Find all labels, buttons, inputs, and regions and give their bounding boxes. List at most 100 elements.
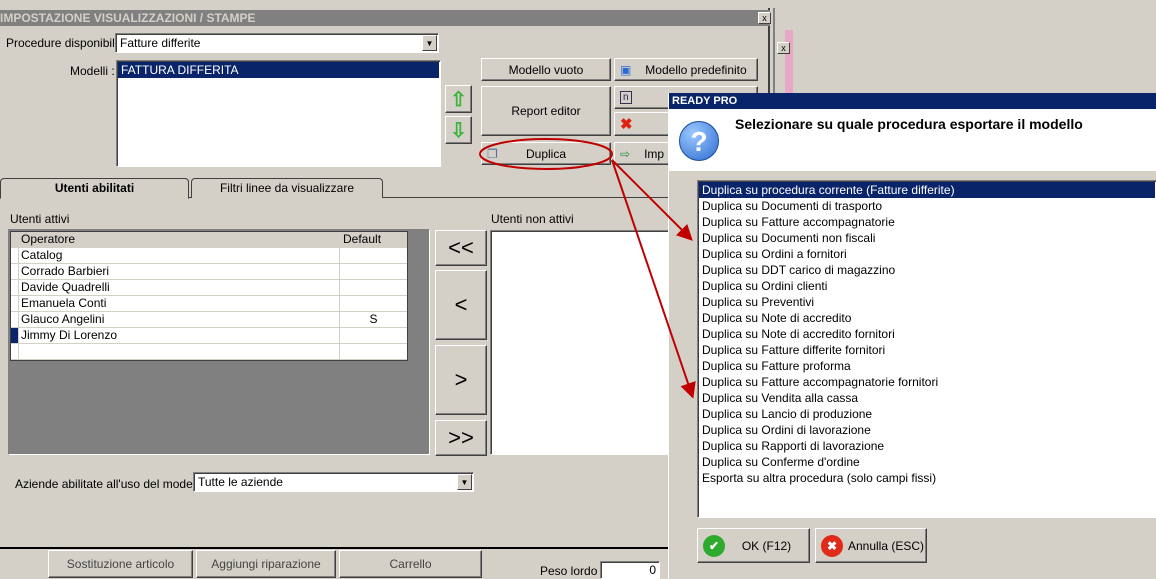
list-item[interactable]: Duplica su Note di accredito fornitori: [699, 326, 1155, 342]
column-header-operatore[interactable]: Operatore: [19, 232, 340, 247]
list-item[interactable]: Duplica su Preventivi: [699, 294, 1155, 310]
table-row[interactable]: Catalog: [11, 248, 407, 264]
report-editor-button[interactable]: Report editor: [481, 86, 611, 136]
close-button[interactable]: x: [758, 12, 771, 24]
utenti-non-attivi-list[interactable]: [490, 230, 670, 455]
table-row[interactable]: Davide Quadrelli: [11, 280, 407, 296]
import-icon: ⇨: [620, 146, 631, 161]
grid-header: Operatore Default: [11, 232, 407, 248]
operatore-cell: Emanuela Conti: [19, 296, 340, 311]
question-icon: ?: [679, 121, 719, 161]
duplica-button[interactable]: ❐ Duplica: [481, 142, 611, 165]
default-cell: [340, 296, 407, 311]
background-divider: [0, 547, 668, 549]
row-indicator: [11, 280, 19, 295]
ready-pro-dialog: READY PRO ? Selezionare su quale procedu…: [668, 93, 1156, 579]
list-item[interactable]: Duplica su Fatture accompagnatorie: [699, 214, 1155, 230]
procedure-value: Fatture differite: [120, 36, 201, 50]
list-item[interactable]: Duplica su Fatture accompagnatorie forni…: [699, 374, 1155, 390]
default-cell: [340, 344, 407, 359]
list-item[interactable]: Duplica su Conferme d'ordine: [699, 454, 1155, 470]
background-toolbar: [0, 0, 1156, 8]
utenti-attivi-label: Utenti attivi: [10, 212, 70, 226]
cancel-icon: ✖: [821, 534, 843, 557]
list-item[interactable]: Duplica su Fatture proforma: [699, 358, 1155, 374]
list-item[interactable]: Duplica su Lancio di produzione: [699, 406, 1155, 422]
row-indicator: [11, 344, 19, 359]
aziende-value: Tutte le aziende: [198, 475, 283, 489]
move-left-button[interactable]: <: [435, 270, 487, 340]
list-item[interactable]: Duplica su Ordini a fornitori: [699, 246, 1155, 262]
copy-icon: ❐: [487, 146, 498, 161]
carrello-button[interactable]: Carrello: [339, 550, 482, 578]
modelli-label: Modelli :: [70, 64, 115, 78]
notepad-icon: n: [620, 91, 632, 104]
move-up-button[interactable]: ⇧: [445, 85, 472, 113]
window-title: IMPOSTAZIONE VISUALIZZAZIONI / STAMPE: [0, 11, 256, 25]
table-row[interactable]: Jimmy Di Lorenzo: [11, 328, 407, 344]
list-item[interactable]: Duplica su Note di accredito: [699, 310, 1155, 326]
aziende-select[interactable]: Tutte le aziende ▼: [193, 472, 474, 492]
background-bottom: Sostituzione articolo Aggiungi riparazio…: [0, 550, 668, 579]
table-row[interactable]: Emanuela Conti: [11, 296, 407, 312]
row-indicator: [11, 264, 19, 279]
aziende-label: Aziende abilitate all'uso del modello :: [15, 477, 212, 491]
arrow-up-icon: ⇧: [450, 88, 467, 111]
move-right-button[interactable]: >: [435, 345, 487, 415]
template-icon: ▣: [620, 62, 632, 77]
list-item[interactable]: FATTURA DIFFERITA: [118, 62, 439, 78]
procedure-options-list[interactable]: Duplica su procedura corrente (Fatture d…: [697, 180, 1156, 518]
row-indicator: [11, 328, 19, 343]
chevron-down-icon[interactable]: ▼: [457, 474, 472, 490]
procedure-label: Procedure disponibili :: [6, 36, 125, 50]
modelli-list[interactable]: FATTURA DIFFERITA: [116, 60, 441, 167]
aggiungi-riparazione-button[interactable]: Aggiungi riparazione: [196, 550, 336, 578]
list-item[interactable]: Duplica su Ordini clienti: [699, 278, 1155, 294]
utenti-non-attivi-label: Utenti non attivi: [491, 212, 574, 226]
list-item[interactable]: Duplica su Fatture differite fornitori: [699, 342, 1155, 358]
default-cell: [340, 328, 407, 343]
arrow-down-icon: ⇩: [450, 119, 467, 142]
move-all-right-button[interactable]: >>: [435, 420, 487, 456]
row-indicator: [11, 312, 19, 327]
table-row[interactable]: Corrado Barbieri: [11, 264, 407, 280]
list-item[interactable]: Duplica su Documenti di trasporto: [699, 198, 1155, 214]
operatore-cell: Davide Quadrelli: [19, 280, 340, 295]
operatore-cell: Glauco Angelini: [19, 312, 340, 327]
dialog-title: READY PRO: [672, 95, 738, 107]
operatore-cell: Corrado Barbieri: [19, 264, 340, 279]
default-cell: [340, 264, 407, 279]
check-icon: ✔: [703, 534, 725, 557]
title-bar: IMPOSTAZIONE VISUALIZZAZIONI / STAMPE: [0, 10, 770, 26]
list-item[interactable]: Duplica su procedura corrente (Fatture d…: [699, 182, 1155, 198]
list-item[interactable]: Duplica su DDT carico di magazzino: [699, 262, 1155, 278]
column-header-default[interactable]: Default: [340, 232, 407, 247]
annulla-button[interactable]: ✖ Annulla (ESC): [815, 528, 927, 563]
tab-filtri-linee[interactable]: Filtri linee da visualizzare: [191, 178, 383, 198]
move-down-button[interactable]: ⇩: [445, 116, 472, 144]
row-indicator: [11, 248, 19, 263]
procedure-select[interactable]: Fatture differite ▼: [115, 33, 439, 53]
move-all-left-button[interactable]: <<: [435, 230, 487, 266]
tab-utenti-abilitati[interactable]: Utenti abilitati: [0, 178, 189, 199]
utenti-attivi-grid[interactable]: Operatore Default Catalog Corrado Barbieri…: [10, 231, 408, 361]
sostituzione-articolo-button[interactable]: Sostituzione articolo: [48, 550, 193, 578]
table-row[interactable]: [11, 344, 407, 360]
default-cell: S: [369, 312, 378, 326]
list-item[interactable]: Esporta su altra procedura (solo campi f…: [699, 470, 1155, 486]
modello-vuoto-button[interactable]: Modello vuoto: [481, 58, 611, 81]
list-item[interactable]: Duplica su Documenti non fiscali: [699, 230, 1155, 246]
dialog-message: Selezionare su quale procedura esportare…: [735, 116, 1083, 132]
ok-button[interactable]: ✔ OK (F12): [697, 528, 810, 563]
chevron-down-icon[interactable]: ▼: [422, 35, 437, 51]
list-item[interactable]: Duplica su Rapporti di lavorazione: [699, 438, 1155, 454]
background-close-button[interactable]: x: [777, 42, 790, 54]
list-item[interactable]: Duplica su Vendita alla cassa: [699, 390, 1155, 406]
list-item[interactable]: Duplica su Ordini di lavorazione: [699, 422, 1155, 438]
row-indicator: [11, 296, 19, 311]
modello-predefinito-button[interactable]: ▣ Modello predefinito: [614, 58, 758, 81]
peso-lordo-field[interactable]: 0: [600, 561, 660, 579]
table-row[interactable]: Glauco Angelini S: [11, 312, 407, 328]
default-cell: [340, 248, 407, 263]
operatore-cell: Catalog: [19, 248, 340, 263]
